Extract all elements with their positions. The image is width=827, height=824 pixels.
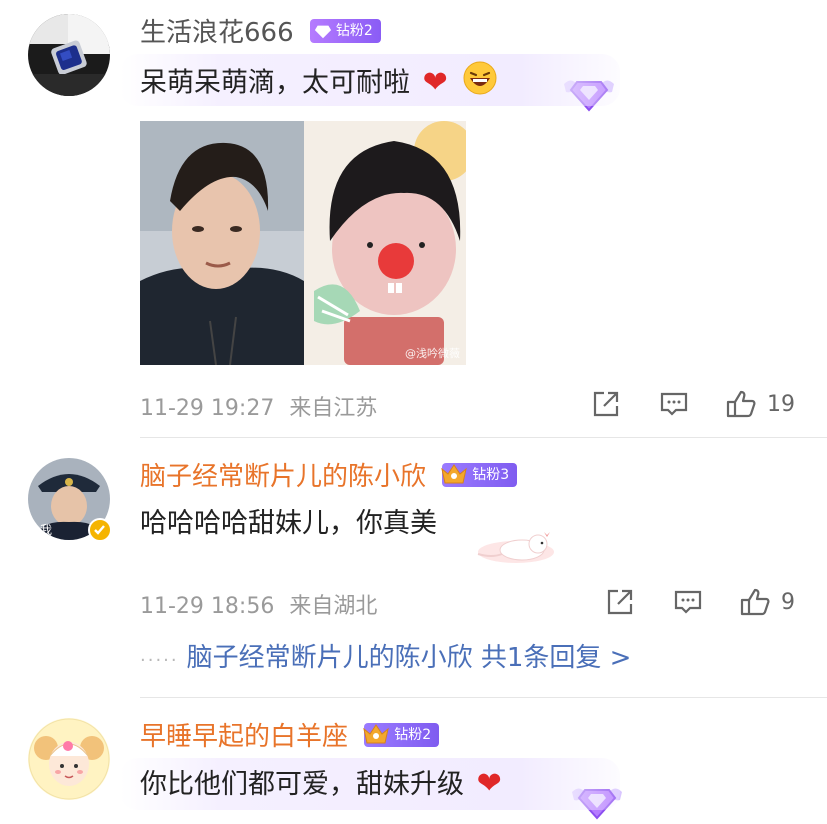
username-text[interactable]: 早睡早起的白羊座	[140, 722, 348, 752]
share-icon	[593, 391, 619, 417]
svg-text:我: 我	[40, 523, 52, 537]
image-watermark: @浅吟微薇	[405, 347, 460, 360]
laughing-emoji	[462, 60, 498, 108]
fan-badge: 钻粉2	[309, 18, 381, 43]
avatar[interactable]	[28, 718, 110, 800]
fan-badge: 钻粉2	[363, 722, 440, 747]
username[interactable]: 生活浪花666 钻粉2	[140, 16, 381, 50]
view-replies-link[interactable]: ····· 脑子经常断片儿的陈小欣 共1条回复 >	[140, 640, 631, 679]
like-count: 9	[781, 589, 795, 615]
comment-divider	[140, 437, 827, 438]
comment-text: 呆萌呆萌滴，太可耐啦 ❤	[140, 60, 498, 108]
heart-emoji: ❤	[476, 766, 502, 801]
fan-badge-label: 钻粉3	[472, 466, 510, 483]
comment-button[interactable]	[673, 584, 703, 620]
like-icon	[740, 588, 770, 616]
comment-text-content: 你比他们都可爱，甜妹升级	[140, 769, 464, 800]
like-button[interactable]: 9	[739, 584, 795, 620]
crown-icon	[363, 723, 390, 743]
username-text[interactable]: 脑子经常断片儿的陈小欣	[140, 462, 426, 492]
comment-button[interactable]	[659, 386, 689, 422]
crown-icon	[441, 463, 468, 483]
comment-time: 11-29 18:56	[140, 594, 275, 619]
comment-divider	[140, 697, 827, 698]
avatar[interactable]	[28, 14, 110, 96]
share-button[interactable]	[605, 584, 635, 620]
comment-actions: 9	[597, 584, 827, 620]
comment-actions: 19	[567, 386, 827, 422]
heart-emoji: ❤	[422, 64, 448, 100]
comment-text-content: 哈哈哈哈甜妹儿，你真美	[140, 508, 437, 539]
comment-icon	[674, 590, 702, 614]
fan-badge-label: 钻粉2	[335, 22, 373, 39]
gem-icon	[314, 25, 332, 38]
cat-sticker-icon	[477, 532, 554, 563]
comment-text-content: 呆萌呆萌滴，太可耐啦	[140, 67, 410, 99]
reply-summary[interactable]: 脑子经常断片儿的陈小欣 共1条回复 >	[187, 643, 632, 673]
like-button[interactable]: 19	[725, 386, 795, 422]
comment-time: 11-29 19:27	[140, 396, 275, 421]
reply-dots: ·····	[140, 650, 179, 671]
comment-meta: 11-29 18:56 来自湖北	[140, 588, 377, 620]
share-button[interactable]	[591, 386, 621, 422]
comment-text: 哈哈哈哈甜妹儿，你真美	[140, 504, 437, 544]
comment-image-1[interactable]	[140, 121, 304, 365]
comment-2: 我 脑子经常断片儿的陈小欣 钻粉3 哈哈哈哈甜妹儿，你真美 11-29 18:5…	[0, 440, 827, 698]
username[interactable]: 早睡早起的白羊座 钻粉2	[140, 720, 440, 754]
username-text[interactable]: 生活浪花666	[140, 18, 294, 48]
fan-badge: 钻粉3	[441, 462, 518, 487]
fan-badge-label: 钻粉2	[394, 726, 432, 743]
comment-icon	[660, 392, 688, 416]
verified-badge-icon	[88, 518, 112, 542]
share-icon	[607, 589, 633, 615]
comment-images[interactable]: @浅吟微薇	[140, 121, 466, 365]
comment-3: 早睡早起的白羊座 钻粉2 你比他们都可爱，甜妹升级 ❤	[0, 700, 827, 824]
comment-1: 生活浪花666 钻粉2 呆萌呆萌滴，太可耐啦 ❤ @浅吟微薇 11-29 19:…	[0, 0, 827, 440]
comment-text: 你比他们都可爱，甜妹升级 ❤	[140, 764, 502, 805]
like-count: 19	[767, 391, 795, 417]
comment-image-2[interactable]: @浅吟微薇	[304, 121, 466, 365]
comment-location: 来自湖北	[289, 594, 378, 619]
comment-meta: 11-29 19:27 来自江苏	[140, 390, 377, 422]
username[interactable]: 脑子经常断片儿的陈小欣 钻粉3	[140, 460, 518, 494]
comment-location: 来自江苏	[289, 396, 378, 421]
like-icon	[726, 390, 756, 418]
